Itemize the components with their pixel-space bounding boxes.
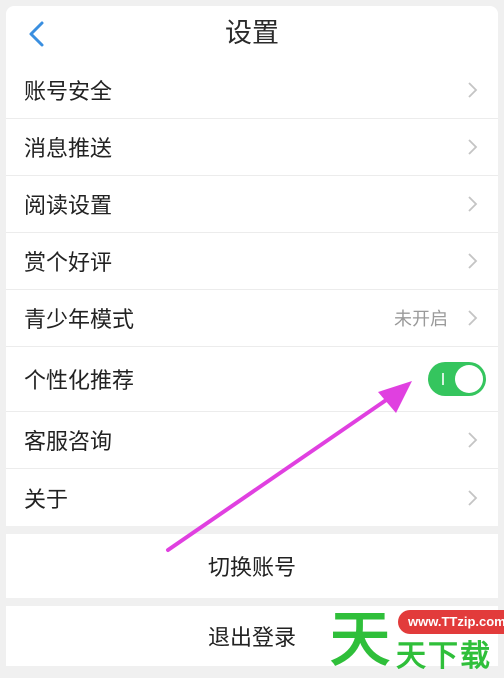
setting-teen-mode[interactable]: 青少年模式 未开启 [6,290,498,347]
setting-account-security[interactable]: 账号安全 [6,62,498,119]
site-watermark: 天 www.TTzip.com 天下载 [326,604,504,678]
toggle-on-mark [442,373,444,385]
chevron-right-icon [468,82,478,98]
setting-label: 关于 [24,487,69,513]
chevron-right-icon [468,432,478,448]
setting-personalized: 个性化推荐 [6,347,498,412]
toggle-knob [455,365,483,393]
page-title: 设置 [225,18,279,49]
chevron-right-icon [468,253,478,269]
chevron-right-icon [468,196,478,212]
setting-push[interactable]: 消息推送 [6,119,498,176]
watermark-url: www.TTzip.com [398,610,504,634]
watermark-text: 天下载 [396,639,492,674]
setting-label: 账号安全 [24,80,113,105]
setting-rate[interactable]: 赏个好评 [6,233,498,290]
chevron-right-icon [468,489,478,506]
personalized-toggle[interactable] [428,362,486,396]
switch-account-button[interactable]: 切换账号 [6,534,498,598]
setting-reading[interactable]: 阅读设置 [6,176,498,233]
watermark-logo: 天 [330,605,390,675]
chevron-right-icon [468,310,478,326]
settings-list: 账号安全 消息推送 阅读设置 赏个好评 青少年模式 未开启 个性化推荐 客服咨询… [6,62,498,526]
teen-mode-status: 未开启 [394,309,448,330]
settings-screen: 设置 账号安全 消息推送 阅读设置 赏个好评 青少年模式 未开启 个性化推荐 客… [0,0,504,678]
setting-about[interactable]: 关于 [6,469,498,526]
chevron-right-icon [468,139,478,155]
setting-support[interactable]: 客服咨询 [6,412,498,469]
setting-label: 赏个好评 [24,251,113,276]
setting-label: 客服咨询 [24,430,113,455]
setting-label: 青少年模式 [24,308,135,333]
setting-label: 消息推送 [24,137,113,162]
setting-label: 阅读设置 [24,194,113,219]
setting-label: 个性化推荐 [24,369,135,394]
header-bar: 设置 [6,6,498,62]
